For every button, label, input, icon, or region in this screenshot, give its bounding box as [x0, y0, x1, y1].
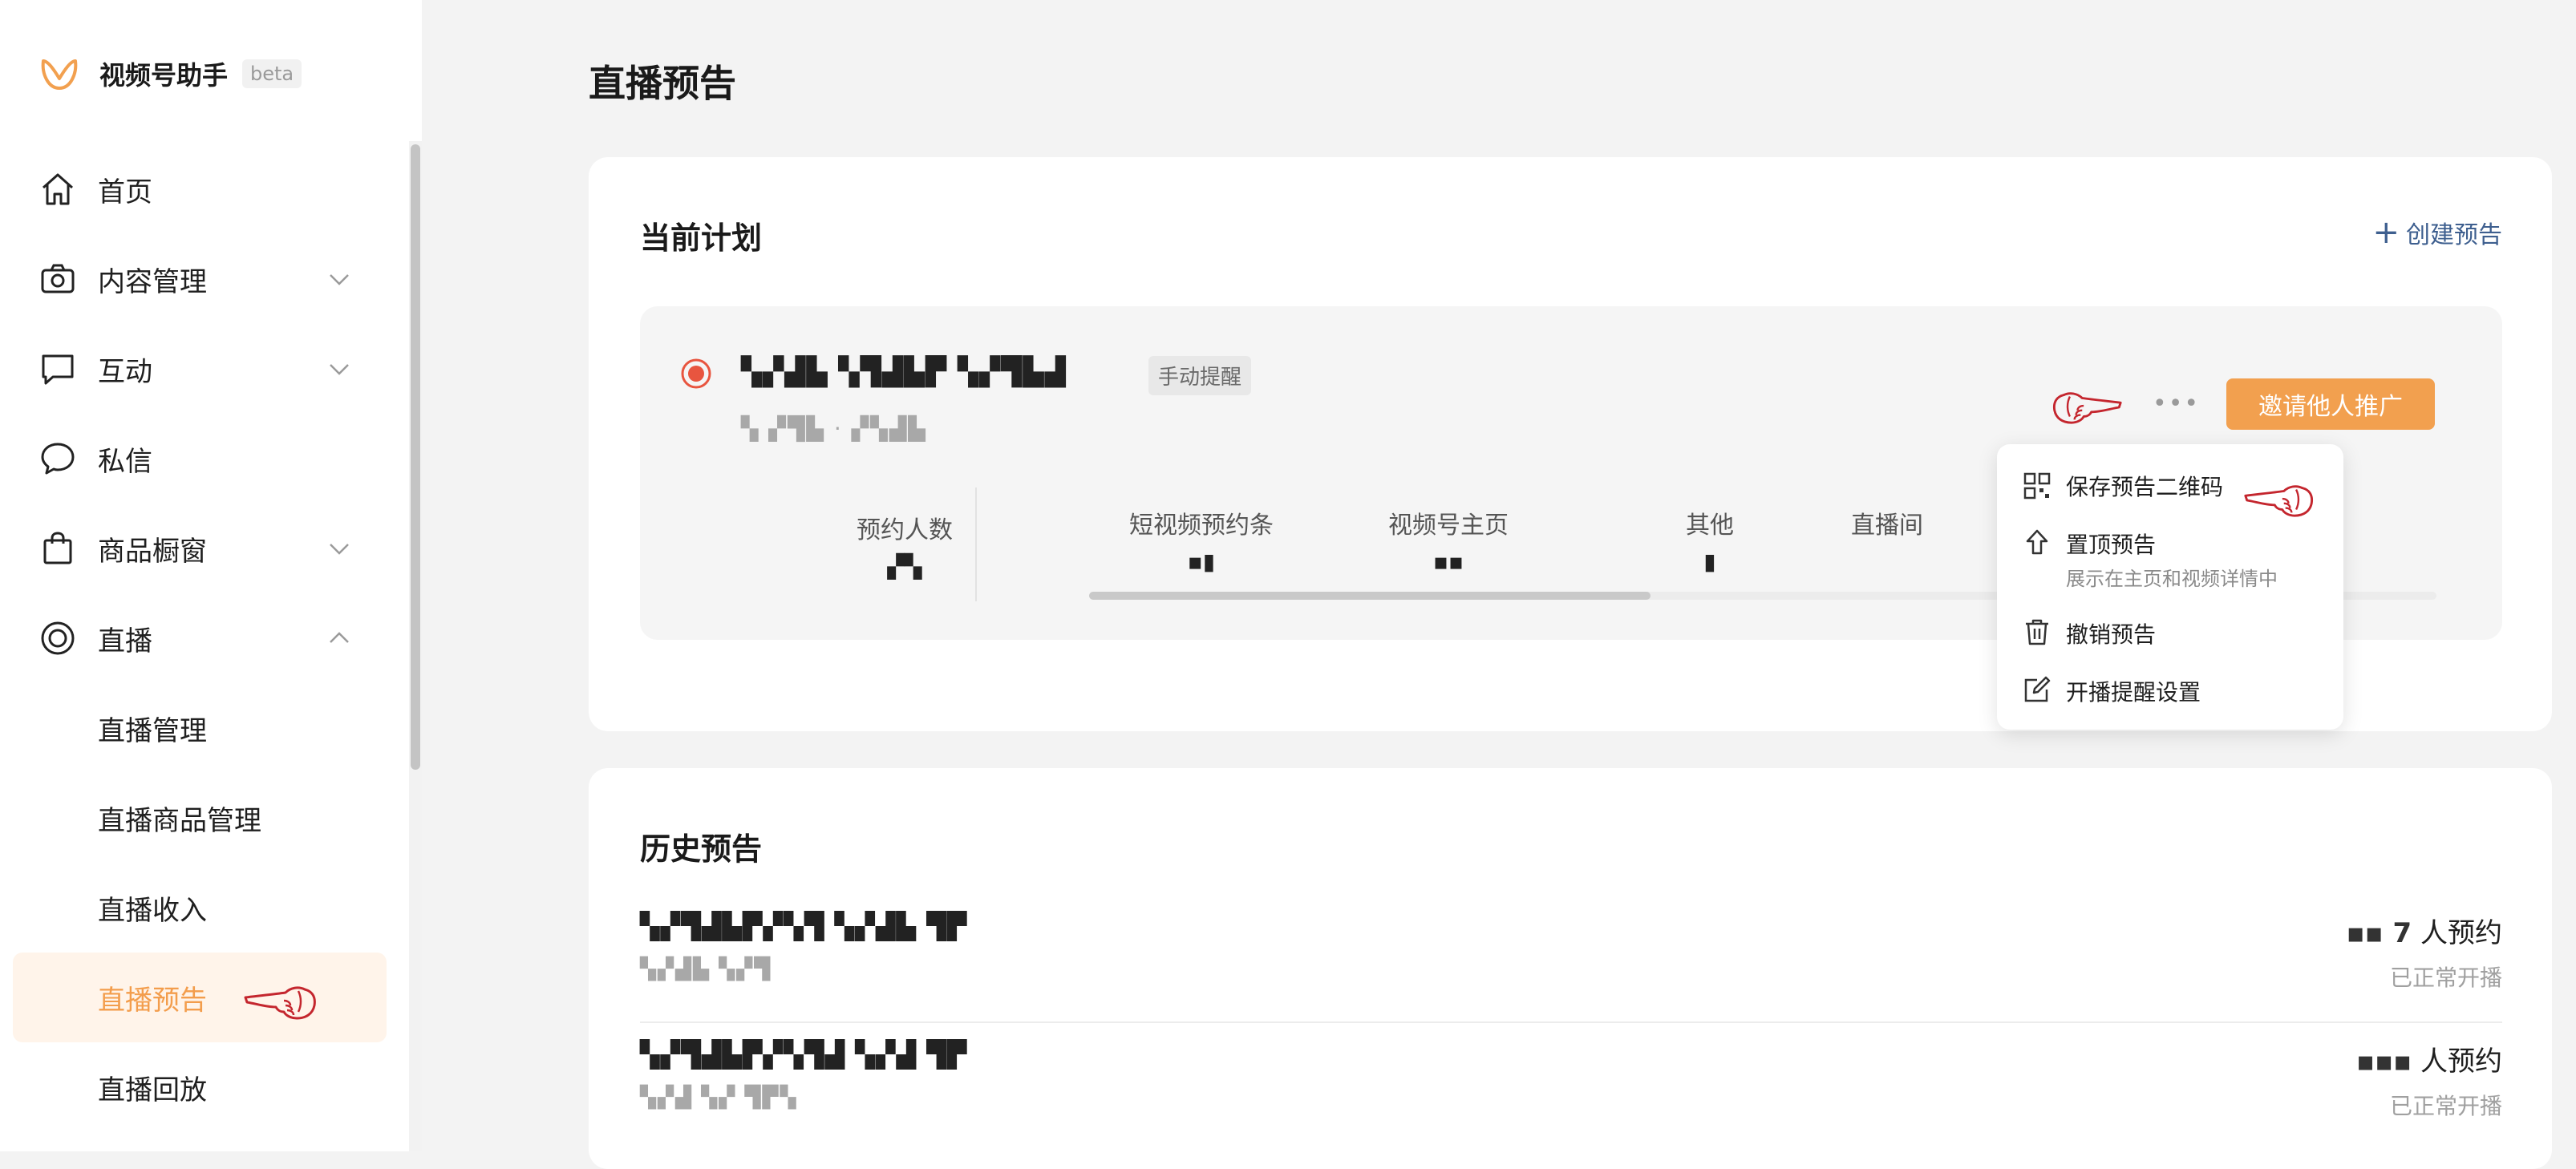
- stat-label: 视频号主页: [1388, 512, 1509, 540]
- more-options-menu: 保存预告二维码 置顶预告 展示在主页和视频详情中 撤销预告 开播提醒设置: [1997, 444, 2343, 730]
- sidebar-item-live[interactable]: 直播: [0, 593, 422, 683]
- sidebar-item-live-replay[interactable]: 直播回放: [0, 1042, 422, 1132]
- live-icon: [41, 621, 75, 655]
- stat-other: 其他 ▮: [1646, 505, 1774, 575]
- history-subtitle: ▚▞▟ ▚▞ ▜▛▚: [640, 1086, 798, 1110]
- sidebar-item-label: 商品橱窗: [98, 535, 207, 568]
- menu-item-label: 保存预告二维码: [2066, 474, 2224, 500]
- stat-homepage: 视频号主页 ▪▪: [1368, 505, 1529, 575]
- sidebar-item-live-management[interactable]: 直播管理: [0, 683, 422, 773]
- edit-icon: [2024, 676, 2051, 702]
- invite-promote-button[interactable]: 邀请他人推广: [2226, 378, 2435, 430]
- camera-icon: [41, 264, 75, 293]
- chevron-down-icon: [330, 364, 349, 375]
- section-title: 历史预告: [640, 831, 763, 867]
- shopping-bag-icon: [43, 532, 72, 564]
- sidebar-item-label: 直播预告: [98, 984, 207, 1017]
- chevron-down-icon: [330, 544, 349, 555]
- stat-live-room: 直播间: [1851, 505, 1979, 548]
- sidebar-scrollbar-thumb[interactable]: [411, 144, 420, 770]
- sidebar-item-label: 直播: [98, 625, 152, 657]
- menu-item-reminder-settings[interactable]: 开播提醒设置: [1997, 661, 2343, 718]
- stat-value: ▞▚: [887, 553, 922, 580]
- pointing-hand-icon: [244, 986, 316, 1020]
- sidebar-item-label: 直播收入: [98, 894, 207, 927]
- count-suffix: 人预约: [2420, 917, 2502, 949]
- menu-item-pin-preview[interactable]: 置顶预告 展示在主页和视频详情中: [1997, 515, 2343, 603]
- more-options-icon[interactable]: •••: [2153, 390, 2200, 418]
- plan-title: ▚▞▟▙ ▚▜▟▙▛ ▚▞▜▙▟: [741, 356, 1067, 388]
- chevron-down-icon: [330, 274, 349, 285]
- sidebar: 视频号助手 beta 首页 内容管理 互动 私信 商品橱窗 直播 直播管理 直播…: [0, 0, 422, 1151]
- history-reservation-count: ▪▪ 7 人预约: [2347, 911, 2502, 950]
- sidebar-item-home[interactable]: 首页: [0, 144, 422, 234]
- brand[interactable]: 视频号助手 beta: [38, 51, 302, 96]
- sidebar-item-messages[interactable]: 私信: [0, 414, 422, 504]
- stat-divider: [975, 487, 977, 601]
- beta-badge: beta: [242, 59, 302, 88]
- sidebar-item-live-products[interactable]: 直播商品管理: [0, 773, 422, 863]
- stat-label: 短视频预约条: [1129, 512, 1274, 540]
- chevron-up-icon: [330, 632, 349, 643]
- history-subtitle: ▚▞▟▙ ▚▞▜: [640, 957, 772, 981]
- channels-logo-icon: [41, 59, 78, 90]
- history-status: 已正常开播: [2389, 965, 2502, 991]
- sidebar-item-label: 私信: [98, 445, 152, 478]
- history-row[interactable]: ▚▞▜▟▙▛▞▚▜▟ ▚▞▟ ▜▛ ▚▞▟ ▚▞ ▜▛▚ ▪▪▪ 人预约 已正常…: [640, 1018, 2502, 1147]
- count-value: ▪▪▪: [2356, 1046, 2412, 1078]
- history-card: 历史预告 ▚▞▜▟▙▛▞▚▜ ▚▞▟▙ ▜▛ ▚▞▟▙ ▚▞▜ ▪▪ 7 人预约…: [589, 768, 2552, 1169]
- sidebar-item-label: 直播回放: [98, 1074, 207, 1106]
- pointing-hand-icon: [2052, 392, 2122, 424]
- pin-top-icon: [2026, 529, 2048, 555]
- menu-item-desc: 展示在主页和视频详情中: [2066, 568, 2278, 590]
- comment-icon: [42, 354, 74, 385]
- brand-name: 视频号助手: [99, 60, 229, 91]
- history-reservation-count: ▪▪▪ 人预约: [2356, 1039, 2502, 1078]
- stat-label: 直播间: [1851, 512, 1923, 540]
- sidebar-item-interaction[interactable]: 互动: [0, 324, 422, 414]
- history-status: 已正常开播: [2389, 1093, 2502, 1119]
- stat-label: 其他: [1686, 512, 1734, 540]
- stat-label: 预约人数: [857, 516, 953, 544]
- qrcode-icon: [2023, 472, 2051, 500]
- sidebar-item-label: 内容管理: [98, 265, 207, 298]
- menu-item-cancel-preview[interactable]: 撤销预告: [1997, 603, 2343, 661]
- menu-item-label: 开播提醒设置: [2066, 679, 2201, 706]
- home-icon: [43, 173, 73, 205]
- menu-item-label: 撤销预告: [2066, 621, 2157, 648]
- sidebar-item-label: 直播管理: [98, 714, 207, 747]
- sidebar-item-live-preview[interactable]: 直播预告: [13, 953, 387, 1042]
- menu-item-label: 置顶预告: [2066, 532, 2157, 558]
- history-row[interactable]: ▚▞▜▟▙▛▞▚▜ ▚▞▟▙ ▜▛ ▚▞▟▙ ▚▞▜ ▪▪ 7 人预约 已正常开…: [640, 890, 2502, 1018]
- sidebar-item-product-showcase[interactable]: 商品橱窗: [0, 504, 422, 593]
- stat-reservations: 预约人数 ▞▚: [800, 510, 1009, 580]
- plan-subtitle: ▚ ▞▜▙ · ▞▚▟▙: [741, 415, 927, 442]
- sidebar-item-label: 直播商品管理: [98, 804, 261, 837]
- stat-value: ▪▮: [1187, 548, 1216, 575]
- section-title: 当前计划: [640, 220, 763, 256]
- stat-short-video: 短视频预约条 ▪▮: [1097, 505, 1306, 575]
- sidebar-item-label: 首页: [98, 176, 152, 208]
- create-preview-label: 创建预告: [2406, 221, 2502, 249]
- stat-value: ▪▪: [1433, 548, 1464, 575]
- create-preview-link[interactable]: + 创建预告: [2372, 215, 2502, 250]
- history-title: ▚▞▜▟▙▛▞▚▜ ▚▞▟▙ ▜▛: [640, 911, 968, 941]
- history-title: ▚▞▜▟▙▛▞▚▜▟ ▚▞▟ ▜▛: [640, 1039, 968, 1070]
- count-suffix: 人预约: [2420, 1046, 2502, 1078]
- page-title: 直播预告: [589, 62, 736, 105]
- manual-reminder-tag: 手动提醒: [1148, 356, 1252, 395]
- live-status-icon: [681, 358, 711, 389]
- sidebar-item-content-management[interactable]: 内容管理: [0, 234, 422, 324]
- chat-bubble-icon: [41, 443, 75, 475]
- menu-item-save-qrcode[interactable]: 保存预告二维码: [1997, 457, 2343, 517]
- plus-icon: +: [2372, 214, 2400, 251]
- count-value: ▪▪ 7: [2346, 917, 2412, 949]
- stat-value: ▮: [1703, 548, 1716, 575]
- sidebar-item-live-income[interactable]: 直播收入: [0, 863, 422, 953]
- sidebar-item-label: 互动: [98, 355, 152, 388]
- stats-scrollbar-thumb[interactable]: [1089, 592, 1651, 600]
- trash-icon: [2026, 619, 2048, 645]
